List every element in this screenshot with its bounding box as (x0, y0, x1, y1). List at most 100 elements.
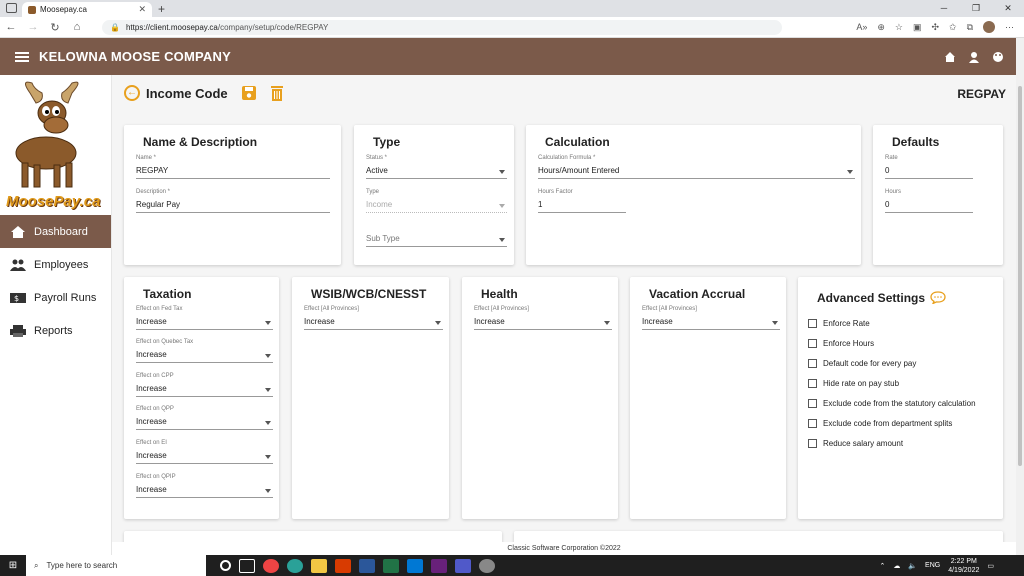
checkbox[interactable] (808, 379, 817, 388)
logo-text: MoosePay.ca (6, 193, 101, 210)
partial-card (514, 531, 1003, 542)
name-description-card: Name & Description Name * REGPAY Descrip… (124, 125, 341, 265)
home-icon[interactable] (944, 51, 956, 63)
file-explorer-icon[interactable] (311, 558, 327, 573)
task-view-icon[interactable] (239, 558, 255, 573)
checkbox[interactable] (808, 419, 817, 428)
maximize-icon[interactable]: ❐ (960, 0, 992, 17)
card-heading: WSIB/WCB/CNESST (311, 287, 427, 301)
quebec-tax-select[interactable]: Effect on Quebec Tax Increase (136, 339, 273, 363)
read-aloud-icon[interactable]: A» (856, 22, 867, 32)
hours-factor-field[interactable]: Hours Factor 1 (538, 189, 626, 213)
date: 4/19/2022 (948, 566, 980, 574)
back-icon[interactable]: ← (0, 21, 22, 33)
browser-toolbar: A» ⊕ ☆ ▣ ✣ ✩ ⧉ ⋯ (856, 21, 1014, 33)
zoom-icon[interactable]: ⊕ (877, 22, 885, 33)
enforce-rate-checkbox[interactable]: Enforce Rate (808, 319, 870, 328)
health-effect-select[interactable]: Effect [All Provinces] Increase (474, 306, 612, 330)
puzzle-icon[interactable]: ✣ (931, 22, 939, 33)
excel-icon[interactable] (383, 558, 399, 573)
checkbox[interactable] (808, 399, 817, 408)
checkbox[interactable] (808, 359, 817, 368)
checkbox[interactable] (808, 319, 817, 328)
collections-icon[interactable]: ⧉ (967, 22, 973, 33)
wsib-effect-select[interactable]: Effect [All Provinces] Increase (304, 306, 443, 330)
url-path: /company/setup/code/REGPAY (217, 22, 329, 32)
enforce-hours-checkbox[interactable]: Enforce Hours (808, 339, 874, 348)
field-value: Increase (642, 317, 673, 326)
calculation-formula-select[interactable]: Calculation Formula * Hours/Amount Enter… (538, 155, 855, 179)
minimize-icon[interactable]: ─ (928, 0, 960, 17)
taskbar-search[interactable]: ⌕ Type here to search (26, 555, 206, 576)
sidebar-item-dashboard[interactable]: Dashboard (0, 215, 111, 248)
url-field[interactable]: 🔒 https://client.moosepay.ca/company/set… (102, 19, 782, 35)
volume-icon[interactable]: 🔈 (908, 562, 917, 570)
ei-select[interactable]: Effect on EI Increase (136, 440, 273, 464)
close-tab-icon[interactable]: ✕ (138, 4, 146, 15)
chrome-icon[interactable] (263, 558, 279, 573)
user-icon[interactable] (968, 51, 980, 63)
app-icon[interactable] (479, 558, 495, 573)
description-field[interactable]: Description * Regular Pay (136, 189, 330, 213)
checkbox[interactable] (808, 439, 817, 448)
calculation-card: Calculation Calculation Formula * Hours/… (526, 125, 861, 265)
cortana-icon[interactable] (220, 560, 231, 571)
tab-actions-icon[interactable] (6, 3, 17, 13)
qpp-select[interactable]: Effect on QPP Increase (136, 406, 273, 430)
qpip-select[interactable]: Effect on QPIP Increase (136, 474, 273, 498)
office-icon[interactable] (335, 558, 351, 573)
status-select[interactable]: Status * Active (366, 155, 507, 179)
back-arrow-icon[interactable]: ← (124, 85, 140, 101)
cpp-select[interactable]: Effect on CPP Increase (136, 373, 273, 397)
forward-icon[interactable]: → (22, 21, 44, 33)
card-heading: Defaults (892, 135, 940, 149)
card-heading: Name & Description (143, 135, 258, 149)
close-window-icon[interactable]: ✕ (992, 0, 1024, 17)
exclude-department-checkbox[interactable]: Exclude code from department splits (808, 419, 952, 428)
new-tab-icon[interactable]: + (158, 2, 165, 17)
profile-avatar[interactable] (983, 21, 995, 33)
rate-field[interactable]: Rate 0 (885, 155, 973, 179)
extension-icon[interactable]: ▣ (913, 22, 922, 33)
network-icon[interactable]: ☁ (893, 562, 900, 570)
browser-tab[interactable]: Moosepay.ca ✕ (22, 2, 152, 17)
home-icon[interactable]: ⌂ (66, 21, 88, 33)
hours-field[interactable]: Hours 0 (885, 189, 973, 213)
refresh-icon[interactable]: ↻ (44, 21, 66, 34)
favorite-icon[interactable]: ☆ (895, 22, 903, 33)
default-code-checkbox[interactable]: Default code for every pay (808, 359, 916, 368)
notification-icon[interactable]: ▭ (987, 562, 994, 570)
visual-studio-icon[interactable] (431, 558, 447, 573)
favorites-icon[interactable]: ✩ (949, 22, 957, 33)
fed-tax-select[interactable]: Effect on Fed Tax Increase (136, 306, 273, 330)
field-value: Increase (136, 417, 167, 426)
exclude-statutory-checkbox[interactable]: Exclude code from the statutory calculat… (808, 399, 976, 408)
palette-icon[interactable] (992, 51, 1004, 63)
defaults-card: Defaults Rate 0 Hours 0 (873, 125, 1003, 265)
sidebar-item-employees[interactable]: Employees (0, 248, 111, 281)
svg-text:$: $ (14, 294, 19, 303)
chevron-up-icon[interactable]: ⌃ (879, 562, 885, 570)
outlook-icon[interactable] (407, 558, 423, 573)
edge-icon[interactable] (287, 558, 303, 573)
name-field[interactable]: Name * REGPAY (136, 155, 330, 179)
chat-bubble-icon[interactable] (930, 291, 947, 305)
reduce-salary-checkbox[interactable]: Reduce salary amount (808, 439, 903, 448)
teams-icon[interactable] (455, 558, 471, 573)
hide-rate-checkbox[interactable]: Hide rate on pay stub (808, 379, 899, 388)
page-scrollbar[interactable] (1016, 38, 1024, 555)
more-icon[interactable]: ⋯ (1005, 22, 1014, 33)
field-label: Effect on EI (136, 440, 167, 446)
delete-icon[interactable] (270, 85, 284, 101)
menu-icon[interactable] (15, 51, 29, 62)
windows-start-icon[interactable]: ⊞ (0, 560, 26, 571)
language-indicator[interactable]: ENG (925, 562, 940, 569)
save-icon[interactable] (241, 85, 256, 101)
word-icon[interactable] (359, 558, 375, 573)
subtype-select[interactable]: Sub Type (366, 233, 507, 247)
checkbox[interactable] (808, 339, 817, 348)
sidebar-item-payroll-runs[interactable]: $ Payroll Runs (0, 281, 111, 314)
vacation-effect-select[interactable]: Effect [All Provinces] Increase (642, 306, 780, 330)
sidebar-item-reports[interactable]: Reports (0, 314, 111, 347)
clock[interactable]: 2:22 PM 4/19/2022 (948, 557, 979, 575)
